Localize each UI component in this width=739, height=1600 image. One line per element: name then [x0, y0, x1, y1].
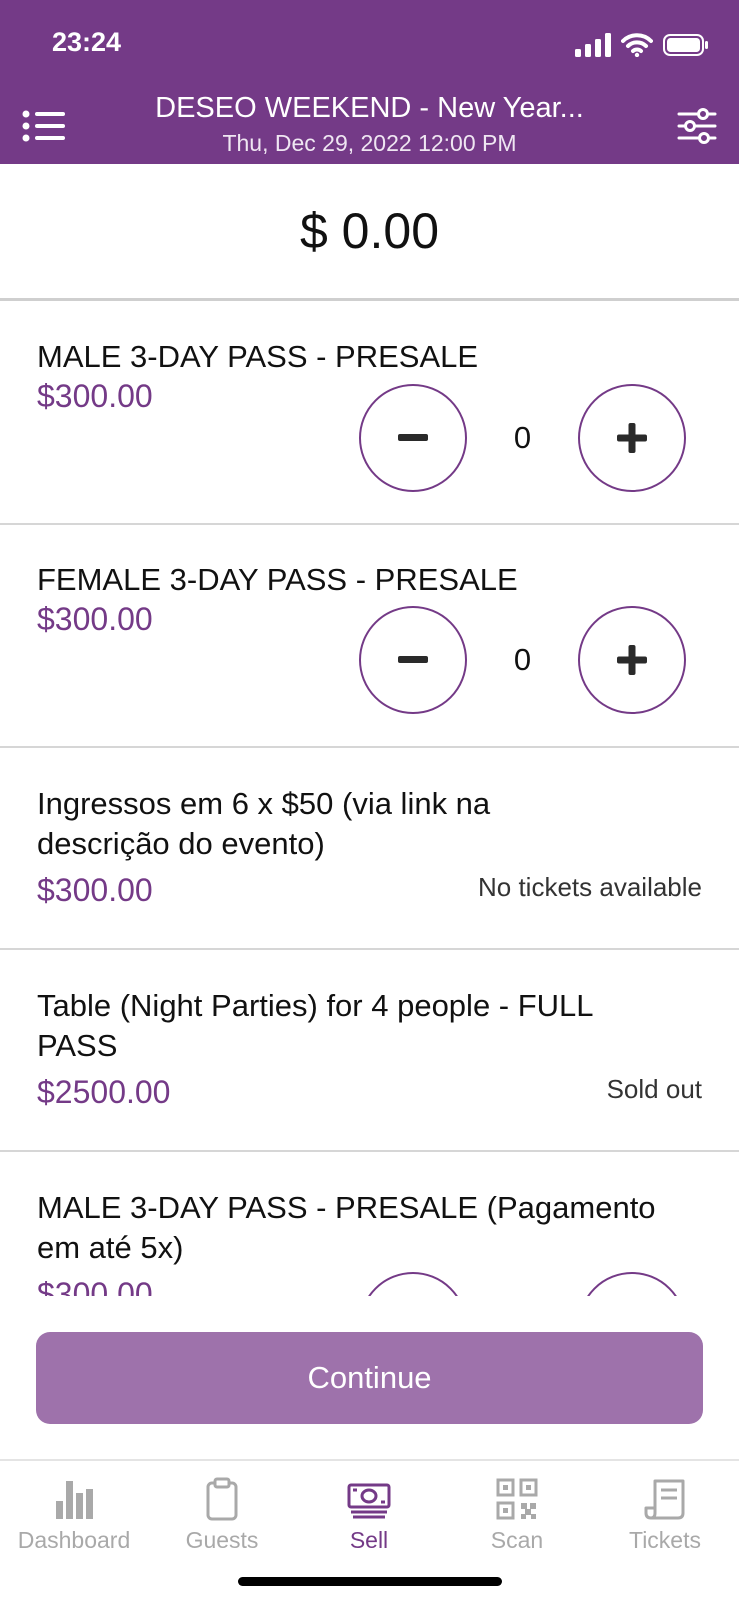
ticket-name: Table (Night Parties) for 4 people - FUL…	[37, 988, 593, 1063]
increment-button[interactable]	[578, 1272, 686, 1296]
decrement-button[interactable]	[359, 606, 467, 714]
quantity-stepper: 0	[359, 384, 686, 492]
app-header: 23:24 DESEO WEEKEND - New Year... Thu, D…	[0, 0, 739, 164]
ticket-price: $2500.00	[37, 1074, 171, 1110]
tab-label: Sell	[349, 1527, 389, 1553]
decrement-button[interactable]	[359, 384, 467, 492]
ticket-row: Ingressos em 6 x $50 (via link na descri…	[0, 748, 739, 950]
event-datetime: Thu, Dec 29, 2022 12:00 PM	[222, 130, 517, 156]
tab-label: Tickets	[629, 1527, 701, 1553]
quantity-stepper	[359, 1272, 686, 1296]
tab-sell[interactable]: Sell	[295, 1469, 443, 1559]
quantity-stepper: 0	[359, 606, 686, 714]
wifi-icon	[621, 33, 653, 57]
tab-tickets[interactable]: Tickets	[591, 1469, 739, 1559]
quantity-value: 0	[513, 420, 532, 455]
increment-button[interactable]	[578, 606, 686, 714]
plus-icon	[617, 645, 647, 675]
ticket-price: $300.00	[37, 601, 153, 637]
home-indicator	[238, 1577, 502, 1586]
qr-code-icon	[496, 1478, 538, 1520]
clipboard-icon	[206, 1477, 238, 1521]
sliders-filter-icon[interactable]	[677, 106, 717, 146]
plus-icon	[617, 423, 647, 453]
minus-icon	[398, 434, 428, 441]
ticket-name: MALE 3-DAY PASS - PRESALE	[37, 339, 479, 374]
signal-icon	[575, 33, 611, 57]
bar-chart-icon	[56, 1481, 93, 1519]
quantity-value: 0	[513, 642, 532, 677]
tab-guests[interactable]: Guests	[148, 1469, 296, 1559]
battery-icon	[663, 34, 708, 56]
tab-dashboard[interactable]: Dashboard	[0, 1469, 148, 1559]
tab-label: Scan	[490, 1527, 544, 1553]
ticket-name: FEMALE 3-DAY PASS - PRESALE	[37, 562, 518, 597]
ticket-row: MALE 3-DAY PASS - PRESALE (Pagamento em …	[0, 1152, 739, 1296]
availability-status: Sold out	[606, 1074, 702, 1104]
availability-status: No tickets available	[478, 872, 702, 902]
ticket-row: Table (Night Parties) for 4 people - FUL…	[0, 950, 739, 1152]
ticket-list[interactable]: MALE 3-DAY PASS - PRESALE $300.00 0 FEMA…	[0, 301, 739, 1296]
event-title[interactable]: DESEO WEEKEND - New Year...	[100, 92, 639, 125]
minus-icon	[398, 656, 428, 663]
tab-scan[interactable]: Scan	[443, 1469, 591, 1559]
order-total: $ 0.00	[0, 164, 739, 301]
decrement-button[interactable]	[359, 1272, 467, 1296]
tab-label: Dashboard	[17, 1527, 131, 1553]
tab-label: Guests	[185, 1527, 259, 1553]
increment-button[interactable]	[578, 384, 686, 492]
status-icons	[575, 30, 709, 60]
ticket-row: MALE 3-DAY PASS - PRESALE $300.00 0	[0, 301, 739, 525]
ticket-name: Ingressos em 6 x $50 (via link na descri…	[37, 786, 491, 861]
status-time: 23:24	[52, 27, 122, 57]
list-menu-icon[interactable]	[22, 108, 66, 144]
receipt-icon	[644, 1479, 685, 1520]
ticket-row: FEMALE 3-DAY PASS - PRESALE $300.00 0	[0, 525, 739, 748]
ticket-price: $300.00	[37, 1276, 153, 1296]
banknote-icon	[347, 1483, 391, 1519]
ticket-name: MALE 3-DAY PASS - PRESALE (Pagamento em …	[37, 1190, 656, 1265]
ticket-price: $300.00	[37, 872, 153, 908]
continue-button[interactable]: Continue	[36, 1332, 703, 1424]
ticket-price: $300.00	[37, 378, 153, 414]
